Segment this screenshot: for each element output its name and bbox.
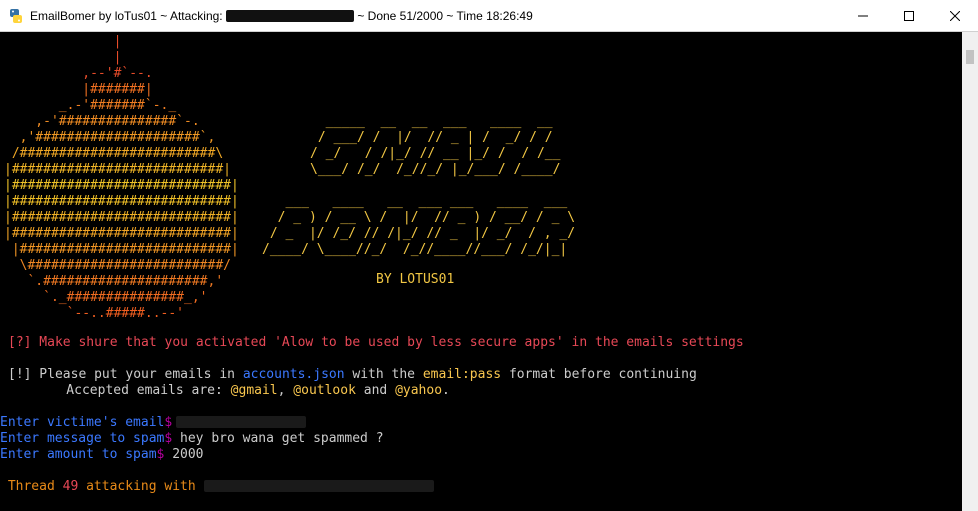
accepted-and: and — [355, 383, 396, 398]
accepted-gmail: @gmail — [230, 383, 278, 398]
ornament-line: `._###############_,' — [43, 290, 208, 305]
ornament-line: |###########################| — [11, 242, 239, 257]
thread-suffix: attacking with — [78, 479, 204, 494]
redacted-email — [176, 416, 307, 428]
prompt-amount-label: Enter amount to spam — [0, 447, 157, 462]
scrollbar-thumb[interactable] — [966, 50, 974, 64]
ornament-line: |############################| — [4, 210, 239, 225]
thread-number: 49 — [62, 479, 79, 494]
ornament-line: |############################| — [4, 226, 239, 241]
ornament-line: `--..#####..--' — [4, 306, 185, 321]
ornament-line: /#########################\ — [11, 146, 224, 161]
accepted-prefix: Accepted emails are: — [35, 383, 231, 398]
ornament-line: |###########################| — [4, 162, 231, 177]
window-title: EmailBomer by loTus01 ~ Attacking: ~ Don… — [30, 8, 533, 24]
accepted-outlook: @outlook — [293, 383, 356, 398]
accepted-end: . — [442, 383, 450, 398]
accepted-yahoo: @yahoo — [395, 383, 443, 398]
ornament-line: `.#####################,' — [27, 274, 224, 289]
ornament-line: | — [113, 50, 122, 65]
info-format: email:pass — [422, 367, 502, 382]
ascii-ornament: | | ,--'#`--. |#######| _.-'#######`-._ … — [4, 34, 239, 322]
close-button[interactable] — [932, 0, 978, 31]
thread-status: Thread 49 attacking with — [0, 479, 434, 495]
close-icon — [950, 10, 960, 21]
message-value: hey bro wana get spammed ? — [172, 431, 384, 446]
ornament-line: _.-'#######`-._ — [58, 98, 177, 113]
accepted-sep: , — [277, 383, 294, 398]
ornament-line: |############################| — [4, 194, 239, 209]
info-file: accounts.json — [242, 367, 345, 382]
minimize-icon — [858, 15, 868, 16]
title-prefix: EmailBomer by loTus01 ~ Attacking: — [30, 9, 226, 23]
accepted-line: Accepted emails are: @gmail, @outlook an… — [35, 383, 450, 399]
python-icon — [10, 9, 22, 23]
ascii-logo-email: _____ __ __ ___ ____ __ / ___/ / |/ // _… — [310, 114, 561, 177]
ornament-line: |#######| — [82, 82, 153, 97]
prompt-message-label: Enter message to spam — [0, 431, 165, 446]
ornament-line: | — [113, 34, 122, 49]
info-line: [!] Please put your emails in accounts.j… — [8, 367, 697, 383]
info-suffix: format before continuing — [501, 367, 697, 382]
prompt-email[interactable]: Enter victime's email$ — [0, 415, 307, 431]
logo-byline: BY LOTUS01 — [376, 272, 455, 287]
prompt-dollar: $ — [164, 415, 173, 430]
prompt-amount[interactable]: Enter amount to spam$ 2000 — [0, 447, 204, 463]
ornament-line: ,-'###############`-. — [35, 114, 200, 129]
redacted-target — [225, 10, 354, 22]
thread-prefix: Thread — [0, 479, 63, 494]
vertical-scrollbar[interactable] — [962, 32, 978, 511]
info-mid: with the — [344, 367, 423, 382]
prompt-message[interactable]: Enter message to spam$ hey bro wana get … — [0, 431, 384, 447]
ornament-line: ,'#####################`, — [19, 130, 216, 145]
ornament-line: |############################| — [4, 178, 239, 193]
maximize-icon — [904, 10, 914, 21]
warning-line: [?] Make shure that you activated 'Alow … — [8, 335, 744, 350]
ornament-line: \#########################/ — [19, 258, 231, 273]
redacted-sender — [203, 480, 434, 492]
terminal-output: | | ,--'#`--. |#######| _.-'#######`-._ … — [0, 32, 962, 511]
ascii-logo-bomber: ___ ____ __ ___ ___ ____ ___ / _ ) / __ … — [262, 194, 576, 257]
ornament-line: ,--'#`--. — [82, 66, 153, 81]
window-titlebar: EmailBomer by loTus01 ~ Attacking: ~ Don… — [0, 0, 978, 32]
amount-value: 2000 — [164, 447, 204, 462]
minimize-button[interactable] — [840, 0, 886, 31]
prompt-email-label: Enter victime's email — [0, 415, 165, 430]
info-prefix: [!] Please put your emails in — [8, 367, 243, 382]
title-suffix: ~ Done 51/2000 ~ Time 18:26:49 — [353, 9, 533, 23]
maximize-button[interactable] — [886, 0, 932, 31]
